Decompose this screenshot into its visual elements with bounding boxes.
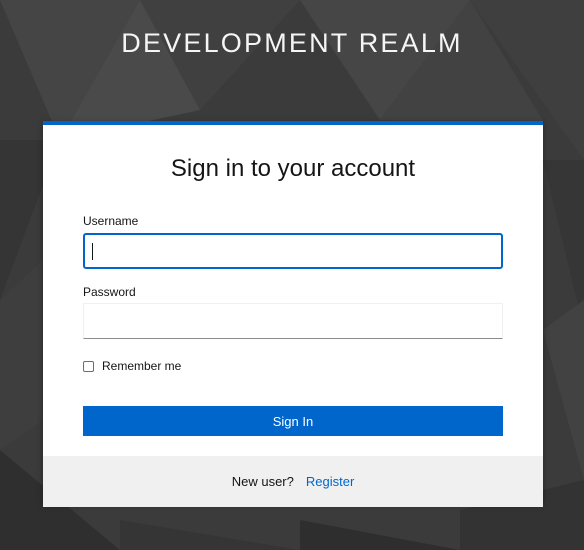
remember-me-label: Remember me bbox=[102, 359, 182, 373]
sign-in-button[interactable]: Sign In bbox=[83, 406, 503, 436]
remember-me-checkbox[interactable] bbox=[83, 360, 94, 372]
username-label: Username bbox=[83, 214, 139, 228]
password-label: Password bbox=[83, 285, 136, 299]
login-card: Sign in to your account Username Passwor… bbox=[43, 121, 543, 507]
password-input[interactable] bbox=[83, 303, 503, 339]
text-caret bbox=[92, 243, 93, 260]
remember-me-row[interactable]: Remember me bbox=[83, 359, 181, 373]
realm-title: DEVELOPMENT REALM bbox=[121, 28, 463, 58]
username-input[interactable] bbox=[83, 233, 503, 269]
new-user-text: New user? bbox=[231, 474, 294, 489]
registration-footer: New user? Register bbox=[43, 456, 543, 507]
login-heading: Sign in to your account bbox=[170, 155, 416, 182]
register-link[interactable]: Register bbox=[306, 474, 354, 489]
